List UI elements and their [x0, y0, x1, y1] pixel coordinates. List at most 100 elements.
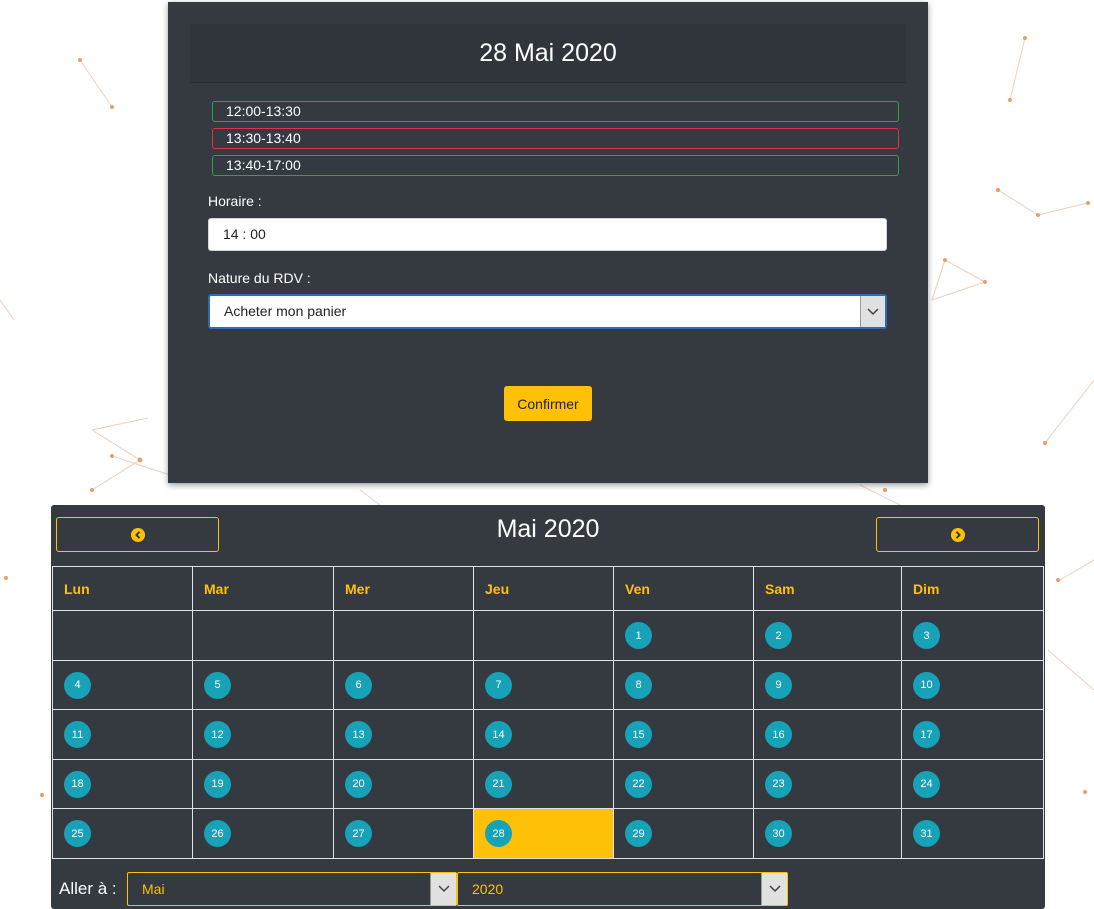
weekday-header: Jeu — [473, 566, 614, 611]
calendar-day-cell[interactable]: 15 — [613, 709, 754, 760]
nature-select[interactable]: Acheter mon panier — [208, 294, 887, 329]
calendar-day-number[interactable]: 12 — [204, 721, 231, 749]
calendar-day-number[interactable]: 1 — [625, 622, 652, 650]
calendar-grid: Lun Mar Mer Jeu Ven Sam Dim 1 2 3 4 5 6 7 8 9 10 1… — [52, 566, 1044, 859]
calendar-day-number[interactable]: 8 — [625, 671, 652, 699]
weekday-header: Dim — [901, 566, 1044, 611]
chevron-down-icon[interactable] — [430, 873, 456, 905]
calendar-day-cell[interactable]: 24 — [901, 758, 1044, 809]
calendar-day-cell[interactable]: 22 — [613, 758, 754, 809]
calendar-day-cell[interactable]: 6 — [333, 659, 474, 710]
calendar-day-cell[interactable]: 29 — [613, 808, 754, 859]
calendar-day-number[interactable]: 11 — [64, 721, 91, 749]
nature-select-value: Acheter mon panier — [224, 303, 347, 319]
weekday-header-row: Lun Mar Mer Jeu Ven Sam Dim — [52, 566, 1044, 611]
calendar-day-number[interactable]: 4 — [64, 671, 91, 699]
calendar-week-row: 4 5 6 7 8 9 10 — [52, 659, 1044, 710]
calendar-day-number[interactable]: 22 — [625, 770, 652, 798]
booking-date-title: 28 Mai 2020 — [190, 24, 906, 83]
calendar-day-number[interactable]: 30 — [765, 820, 792, 848]
calendar-day-number[interactable]: 24 — [913, 770, 940, 798]
calendar-day-cell[interactable]: 21 — [473, 758, 614, 809]
calendar-day-number[interactable]: 29 — [625, 820, 652, 848]
calendar-day-cell[interactable]: 9 — [753, 659, 902, 710]
calendar-day-number[interactable]: 15 — [625, 721, 652, 749]
calendar-empty-cell — [52, 610, 193, 661]
calendar-day-cell[interactable]: 7 — [473, 659, 614, 710]
calendar-week-row: 18 19 20 21 22 23 24 — [52, 758, 1044, 809]
weekday-header: Ven — [613, 566, 754, 611]
calendar-day-number[interactable]: 5 — [204, 671, 231, 699]
calendar-day-number[interactable]: 18 — [64, 770, 91, 798]
calendar-day-cell[interactable]: 4 — [52, 659, 193, 710]
goto-label: Aller à : — [59, 879, 117, 898]
calendar-day-cell[interactable]: 8 — [613, 659, 754, 710]
calendar-day-number[interactable]: 31 — [913, 820, 940, 848]
calendar-day-number[interactable]: 19 — [204, 770, 231, 798]
calendar-day-number[interactable]: 28 — [485, 820, 512, 848]
calendar-day-number[interactable]: 27 — [345, 820, 372, 848]
calendar-empty-cell — [192, 610, 334, 661]
calendar-day-cell[interactable]: 17 — [901, 709, 1044, 760]
calendar-day-cell[interactable]: 19 — [192, 758, 334, 809]
calendar-day-cell[interactable]: 16 — [753, 709, 902, 760]
calendar-day-number[interactable]: 2 — [765, 622, 792, 650]
calendar-week-row: 25 26 27 28 29 30 31 — [52, 808, 1044, 859]
calendar-day-cell[interactable]: 18 — [52, 758, 193, 809]
time-slot-available[interactable]: 12:00-13:30 — [212, 101, 899, 122]
confirm-button[interactable]: Confirmer — [504, 386, 592, 421]
calendar-day-cell[interactable]: 20 — [333, 758, 474, 809]
calendar-day-number[interactable]: 3 — [913, 622, 940, 650]
weekday-header: Mer — [333, 566, 474, 611]
calendar-day-number[interactable]: 16 — [765, 721, 792, 749]
month-select-value: Mai — [142, 881, 165, 897]
calendar-day-number[interactable]: 9 — [765, 671, 792, 699]
calendar-day-number[interactable]: 25 — [64, 820, 91, 848]
month-select[interactable]: Mai — [127, 872, 457, 906]
calendar-day-number[interactable]: 6 — [345, 671, 372, 699]
calendar-day-cell[interactable]: 11 — [52, 709, 193, 760]
calendar-day-number[interactable]: 14 — [485, 721, 512, 749]
calendar-day-number[interactable]: 21 — [485, 770, 512, 798]
calendar-week-row: 11 12 13 14 15 16 17 — [52, 709, 1044, 760]
time-input[interactable]: 14 : 00 — [208, 218, 887, 251]
chevron-right-circle-icon — [950, 527, 965, 542]
booking-panel: 28 Mai 2020 12:00-13:30 13:30-13:40 13:4… — [168, 2, 928, 483]
calendar-empty-cell — [333, 610, 474, 661]
calendar-day-number[interactable]: 13 — [345, 721, 372, 749]
calendar-day-number[interactable]: 20 — [345, 770, 372, 798]
calendar-day-cell[interactable]: 23 — [753, 758, 902, 809]
weekday-header: Mar — [192, 566, 334, 611]
next-month-button[interactable] — [876, 517, 1039, 552]
calendar-widget: Mai 2020 Lun Mar Mer Jeu Ven Sam Dim 123… — [51, 505, 1045, 909]
calendar-day-cell[interactable]: 31 — [901, 808, 1044, 859]
calendar-day-cell[interactable]: 10 — [901, 659, 1044, 710]
calendar-day-cell[interactable]: 25 — [52, 808, 193, 859]
calendar-day-cell[interactable]: 28 — [473, 808, 614, 859]
chevron-down-icon[interactable] — [761, 873, 787, 905]
time-slot-available[interactable]: 13:40-17:00 — [212, 155, 899, 176]
calendar-day-number[interactable]: 7 — [485, 671, 512, 699]
weekday-header: Sam — [753, 566, 902, 611]
calendar-day-cell[interactable]: 27 — [333, 808, 474, 859]
time-slot-busy[interactable]: 13:30-13:40 — [212, 128, 899, 149]
nature-field-label: Nature du RDV : — [208, 270, 311, 286]
calendar-week-row: 1 2 3 — [52, 610, 1044, 661]
calendar-day-cell[interactable]: 5 — [192, 659, 334, 710]
chevron-down-icon[interactable] — [860, 296, 885, 327]
calendar-day-cell[interactable]: 13 — [333, 709, 474, 760]
year-select[interactable]: 2020 — [457, 872, 788, 906]
calendar-day-cell[interactable]: 14 — [473, 709, 614, 760]
calendar-empty-cell — [473, 610, 614, 661]
year-select-value: 2020 — [472, 881, 504, 897]
calendar-day-number[interactable]: 17 — [913, 721, 940, 749]
calendar-day-cell[interactable]: 12 — [192, 709, 334, 760]
calendar-day-cell[interactable]: 3 — [901, 610, 1044, 661]
calendar-day-cell[interactable]: 30 — [753, 808, 902, 859]
calendar-day-cell[interactable]: 1 — [613, 610, 754, 661]
calendar-day-number[interactable]: 10 — [913, 671, 940, 699]
calendar-day-cell[interactable]: 26 — [192, 808, 334, 859]
calendar-day-number[interactable]: 23 — [765, 770, 792, 798]
calendar-day-cell[interactable]: 2 — [753, 610, 902, 661]
calendar-day-number[interactable]: 26 — [204, 820, 231, 848]
